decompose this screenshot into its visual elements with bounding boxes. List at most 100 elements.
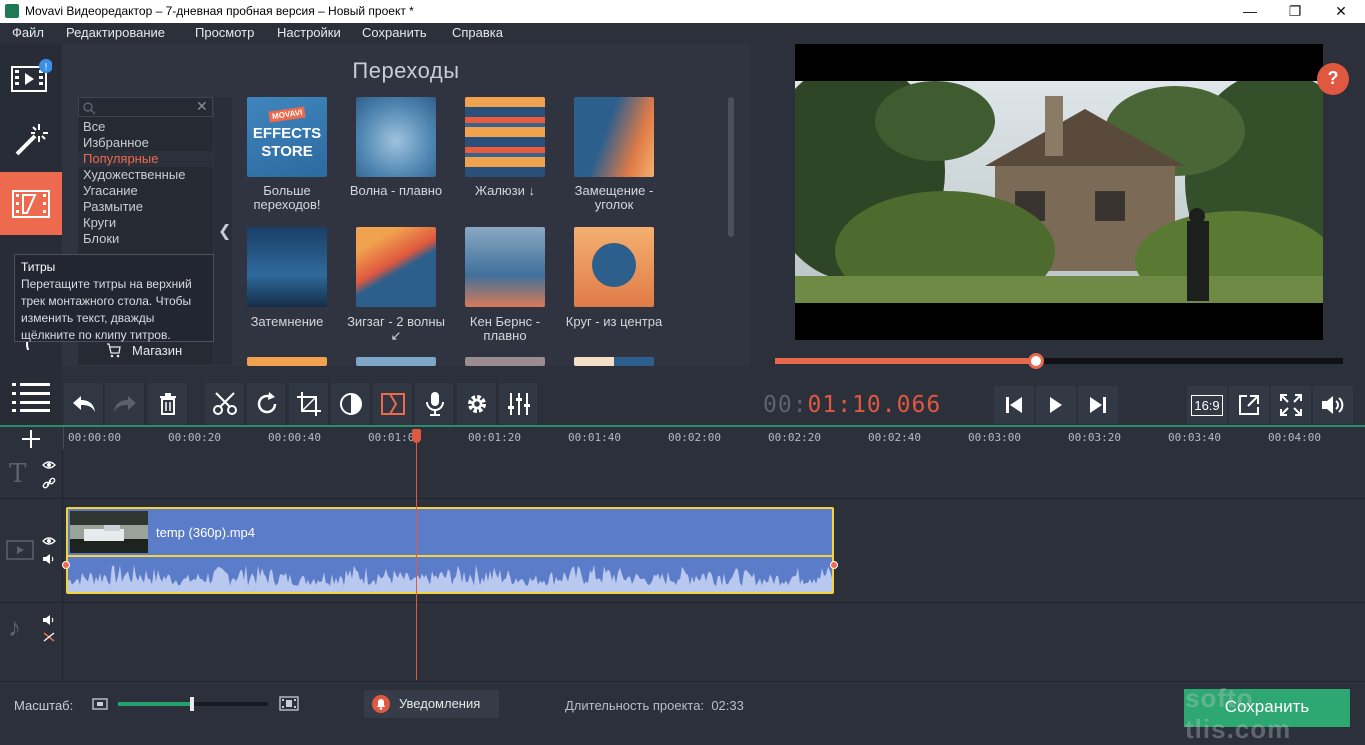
playhead-line[interactable] <box>416 429 417 680</box>
fullscreen-button[interactable] <box>1271 386 1311 424</box>
minimize-button[interactable]: — <box>1227 0 1273 23</box>
tooltip-title: Титры <box>21 260 56 274</box>
transition-thumb[interactable] <box>356 357 436 366</box>
link-icon[interactable] <box>42 477 56 489</box>
filters-button[interactable] <box>0 108 62 172</box>
timecode: 00:01:10.066 <box>763 392 942 418</box>
zoom-out-icon[interactable] <box>92 698 108 710</box>
video-clip[interactable]: temp (360p).mp4 <box>66 507 834 594</box>
ruler-tick: 00:03:20 <box>1068 431 1121 444</box>
cut-button[interactable] <box>205 383 245 425</box>
video-track-header <box>0 500 63 603</box>
transition-thumb[interactable] <box>356 227 436 307</box>
menu-file[interactable]: Файл <box>12 25 44 40</box>
menu-settings[interactable]: Настройки <box>277 25 341 40</box>
timeline-ruler[interactable]: 00:00:00 00:00:20 00:00:40 00:01:00 00:0… <box>0 427 1365 449</box>
transition-wizard-button[interactable] <box>373 383 413 425</box>
next-button[interactable] <box>1078 386 1118 424</box>
category-item[interactable]: Художественные <box>83 167 185 182</box>
store-tile-brand: MOVAVI <box>268 106 306 123</box>
transition-thumb[interactable] <box>247 357 327 366</box>
playhead-marker[interactable] <box>412 429 421 443</box>
play-button[interactable] <box>1036 386 1076 424</box>
fade-out-handle[interactable] <box>830 561 838 569</box>
menu-help[interactable]: Справка <box>452 25 503 40</box>
close-button[interactable]: ✕ <box>1318 0 1364 23</box>
eye-icon[interactable] <box>42 536 56 546</box>
menu-edit[interactable]: Редактирование <box>66 25 165 40</box>
playback-progress[interactable] <box>775 353 1343 369</box>
transition-thumb[interactable] <box>465 97 545 177</box>
transition-thumb[interactable] <box>247 227 327 307</box>
zoom-handle[interactable] <box>190 697 194 711</box>
aspect-ratio-label: 16:9 <box>1191 394 1223 416</box>
import-badge: ! <box>45 62 48 73</box>
store-tile-text: EFFECTS STORE <box>252 125 322 160</box>
ruler-tick: 00:02:40 <box>868 431 921 444</box>
volume-button[interactable] <box>1313 386 1353 424</box>
category-item[interactable]: Избранное <box>83 135 149 150</box>
transition-thumb[interactable] <box>574 357 654 366</box>
clip-name: temp (360p).mp4 <box>156 525 255 540</box>
microphone-icon <box>425 392 444 416</box>
delete-button[interactable] <box>148 383 188 425</box>
more-button[interactable] <box>0 364 62 427</box>
menu-view[interactable]: Просмотр <box>195 25 254 40</box>
transition-thumb[interactable] <box>574 227 654 307</box>
transition-thumb[interactable] <box>356 97 436 177</box>
detach-preview-button[interactable] <box>1229 386 1269 424</box>
unlink-icon[interactable] <box>42 631 56 643</box>
speaker-icon[interactable] <box>42 614 56 626</box>
zoom-slider[interactable] <box>118 697 268 711</box>
fade-in-handle[interactable] <box>62 561 70 569</box>
undo-icon <box>72 396 95 412</box>
collapse-categories-button[interactable]: ❮ <box>214 97 232 365</box>
aspect-ratio-button[interactable]: 16:9 <box>1187 386 1227 424</box>
notifications-button[interactable]: Уведомления <box>364 690 499 718</box>
speaker-icon[interactable] <box>42 553 56 565</box>
transition-thumb[interactable] <box>574 97 654 177</box>
redo-button[interactable] <box>105 383 145 425</box>
speaker-icon <box>1322 396 1344 414</box>
video-track-icon <box>6 540 34 560</box>
transition-label: Кен Бернс - плавно <box>469 314 541 343</box>
panel-scrollbar[interactable] <box>728 97 734 237</box>
clip-properties-button[interactable] <box>457 383 497 425</box>
previous-button[interactable] <box>994 386 1034 424</box>
category-item[interactable]: Размытие <box>83 199 143 214</box>
category-item[interactable]: Круги <box>83 215 116 230</box>
transitions-button[interactable] <box>0 172 62 235</box>
search-input[interactable]: ✕ <box>78 97 213 117</box>
menu-save[interactable]: Сохранить <box>362 25 427 40</box>
progress-fill <box>775 358 1036 364</box>
help-button[interactable]: ? <box>1317 63 1349 95</box>
magic-wand-icon <box>15 124 48 156</box>
transition-thumb[interactable] <box>465 227 545 307</box>
transition-thumb[interactable] <box>465 357 545 366</box>
effects-store-tile[interactable]: MOVAVI EFFECTS STORE <box>247 97 327 177</box>
rotate-button[interactable] <box>247 383 287 425</box>
skip-back-icon <box>1006 397 1022 413</box>
crop-button[interactable] <box>289 383 329 425</box>
category-item[interactable]: Угасание <box>83 183 138 198</box>
category-item[interactable]: Блоки <box>83 231 119 246</box>
progress-handle[interactable] <box>1027 353 1044 369</box>
add-track-icon[interactable] <box>21 429 41 449</box>
category-item-selected[interactable]: Популярные <box>83 151 158 166</box>
zoom-in-icon[interactable] <box>279 696 299 711</box>
maximize-button[interactable]: ❐ <box>1272 0 1318 23</box>
color-adjust-button[interactable] <box>331 383 371 425</box>
music-note-icon: ♪ <box>8 612 21 642</box>
undo-button[interactable] <box>64 383 104 425</box>
import-media-button[interactable]: ! <box>0 44 62 107</box>
sliders-icon <box>507 393 530 415</box>
audio-track[interactable] <box>63 604 1365 680</box>
title-track[interactable] <box>63 449 1365 499</box>
eye-icon[interactable] <box>42 460 56 470</box>
ruler-tick: 00:00:00 <box>68 431 121 444</box>
equalizer-button[interactable] <box>499 383 539 425</box>
record-audio-button[interactable] <box>415 383 455 425</box>
ruler-tick: 00:02:00 <box>668 431 721 444</box>
clear-search-icon[interactable]: ✕ <box>196 98 208 115</box>
category-item[interactable]: Все <box>83 119 105 134</box>
